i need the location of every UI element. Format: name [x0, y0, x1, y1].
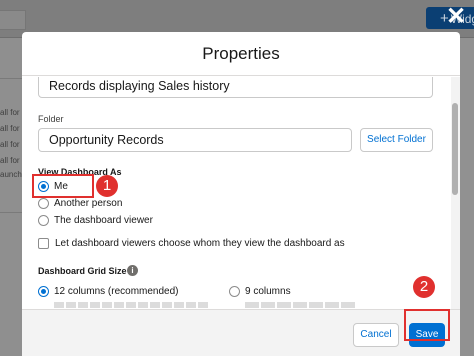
background-text: all for c — [0, 108, 22, 117]
info-icon[interactable]: i — [127, 265, 138, 276]
background-divider — [0, 212, 22, 213]
dashboard-name-input[interactable]: Records displaying Sales history — [38, 77, 433, 98]
background-text: all for r — [0, 156, 22, 165]
radio-dashboard-viewer[interactable] — [38, 215, 49, 226]
radio-another-person-label: Another person — [54, 198, 123, 209]
radio-9-columns-label: 9 columns — [245, 286, 291, 297]
callout-step-1: 1 — [96, 175, 118, 197]
radio-12-columns-label: 12 columns (recommended) — [54, 286, 179, 297]
radio-12-columns[interactable] — [38, 286, 49, 297]
let-viewers-choose-checkbox[interactable] — [38, 238, 49, 249]
radio-another-person[interactable] — [38, 198, 49, 209]
modal-title: Properties — [202, 43, 280, 63]
radio-9-columns[interactable] — [229, 286, 240, 297]
modal-header: Properties — [22, 32, 460, 76]
modal-footer: Cancel Save — [22, 309, 460, 356]
scrollbar-thumb[interactable] — [452, 103, 458, 195]
grid-preview-9 — [245, 302, 355, 308]
radio-dashboard-viewer-label: The dashboard viewer — [54, 215, 153, 226]
background-right-panel — [460, 38, 474, 356]
let-viewers-choose-label: Let dashboard viewers choose whom they v… — [55, 238, 345, 249]
grid-preview-12 — [54, 302, 208, 308]
background-tab — [0, 10, 26, 30]
background-text: all for e — [0, 124, 22, 133]
close-icon[interactable]: ✕ — [444, 5, 468, 30]
highlight-box-me — [32, 174, 94, 198]
cancel-button[interactable]: Cancel — [353, 323, 399, 347]
callout-step-2: 2 — [413, 276, 435, 298]
background-divider — [0, 78, 22, 79]
modal-scrollbar[interactable] — [451, 77, 460, 309]
dashboard-grid-size-label: Dashboard Grid Size — [38, 266, 127, 276]
folder-label: Folder — [38, 114, 64, 124]
background-text: all for le — [0, 140, 22, 149]
select-folder-button[interactable]: Select Folder — [360, 128, 433, 152]
folder-input[interactable]: Opportunity Records — [38, 128, 352, 152]
background-text: aunch a — [0, 170, 22, 179]
highlight-box-save — [404, 309, 450, 341]
